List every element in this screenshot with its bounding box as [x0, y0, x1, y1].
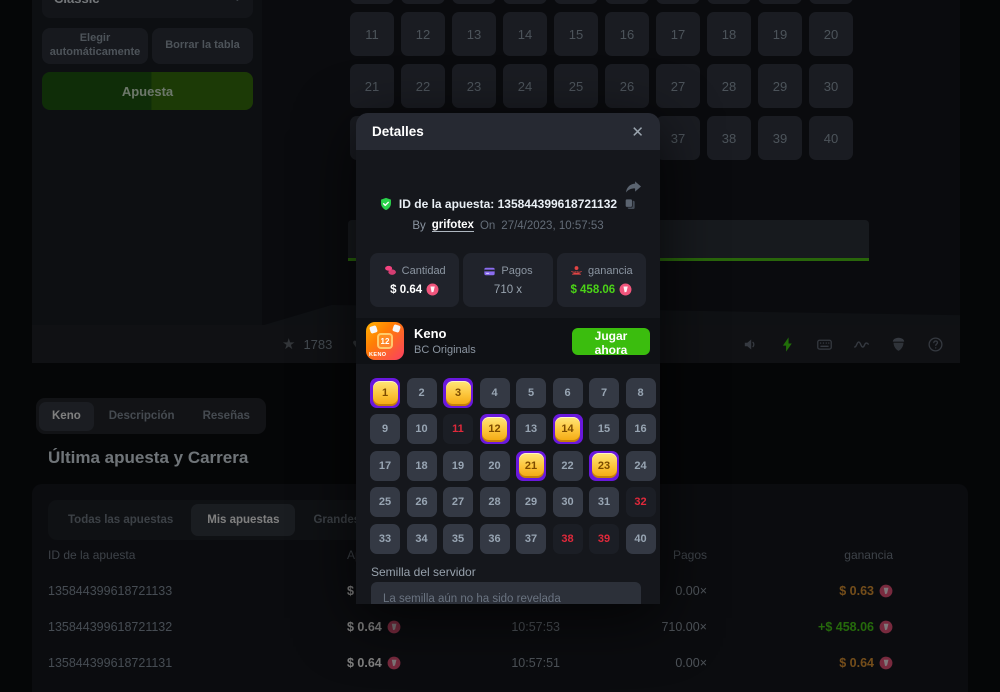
- result-cell: 5: [516, 378, 546, 408]
- copy-icon[interactable]: [623, 197, 637, 211]
- result-cell: 16: [626, 414, 656, 444]
- result-cell: 29: [516, 487, 546, 517]
- result-cell: 6: [553, 378, 583, 408]
- game-name: Keno: [414, 326, 476, 341]
- bet-id-row: ID de la apuesta: 135844399618721132: [356, 197, 660, 211]
- result-cell: 4: [480, 378, 510, 408]
- result-cell: 27: [443, 487, 473, 517]
- result-cell: 19: [443, 451, 473, 481]
- result-cell: 28: [480, 487, 510, 517]
- stat-amount-label: Cantidad: [402, 265, 446, 277]
- result-cell-drawn: 39: [589, 524, 619, 554]
- result-cell: 31: [589, 487, 619, 517]
- on-label: On: [480, 220, 495, 232]
- profit-hands-icon: [570, 264, 583, 277]
- modal-header: Detalles ✕: [356, 113, 660, 150]
- result-cell-hit: 21: [516, 451, 546, 481]
- stat-amount-value: $ 0.64: [390, 284, 422, 296]
- bet-datetime: 27/4/2023, 10:57:53: [501, 220, 603, 232]
- bet-stats-cards: Cantidad $ 0.64 Pagos 710 x ganancia: [370, 253, 646, 307]
- result-cell: 18: [407, 451, 437, 481]
- result-cell: 15: [589, 414, 619, 444]
- result-cell-hit: 1: [370, 378, 400, 408]
- coin-icon: [426, 283, 439, 296]
- result-cell: 2: [407, 378, 437, 408]
- result-cell-drawn: 32: [626, 487, 656, 517]
- stat-card-payout: Pagos 710 x: [463, 253, 552, 307]
- stat-payout-value: 710 x: [494, 284, 522, 296]
- result-cell: 37: [516, 524, 546, 554]
- result-cell-drawn: 38: [553, 524, 583, 554]
- result-cell: 34: [407, 524, 437, 554]
- bet-meta-row: By grifotex On 27/4/2023, 10:57:53: [356, 219, 660, 232]
- result-cell: 22: [553, 451, 583, 481]
- result-cell: 25: [370, 487, 400, 517]
- keno-result-grid: 1234567891011121314151617181920212223242…: [370, 378, 656, 554]
- server-seed-input[interactable]: La semilla aún no ha sido revelada: [371, 582, 641, 604]
- coin-icon: [619, 283, 632, 296]
- share-icon[interactable]: [624, 177, 643, 196]
- result-cell: 33: [370, 524, 400, 554]
- keno-icon-tile: [392, 324, 401, 333]
- result-cell: 7: [589, 378, 619, 408]
- modal-title: Detalles: [372, 124, 424, 139]
- game-summary-row: 12 KENO Keno BC Originals Jugar ahora: [356, 318, 660, 364]
- bet-details-modal: Detalles ✕ ID de la apuesta: 13584439961…: [356, 113, 660, 604]
- keno-icon-label: KENO: [369, 352, 387, 358]
- result-cell: 40: [626, 524, 656, 554]
- result-cell-hit: 14: [553, 414, 583, 444]
- amount-coins-icon: [384, 264, 397, 277]
- result-cell: 10: [407, 414, 437, 444]
- play-now-button[interactable]: Jugar ahora: [572, 328, 650, 355]
- result-cell: 26: [407, 487, 437, 517]
- result-cell: 24: [626, 451, 656, 481]
- keno-game-icon[interactable]: 12 KENO: [366, 322, 404, 360]
- result-cell: 9: [370, 414, 400, 444]
- stat-payout-label: Pagos: [501, 265, 532, 277]
- bet-id-text: ID de la apuesta: 135844399618721132: [399, 197, 617, 211]
- payout-card-icon: [483, 265, 496, 278]
- close-icon[interactable]: ✕: [631, 123, 644, 141]
- result-cell: 35: [443, 524, 473, 554]
- result-cell: 8: [626, 378, 656, 408]
- result-cell-drawn: 11: [443, 414, 473, 444]
- result-cell: 36: [480, 524, 510, 554]
- username-link[interactable]: grifotex: [432, 219, 474, 232]
- result-cell: 30: [553, 487, 583, 517]
- stat-profit-label: ganancia: [588, 265, 633, 277]
- result-cell: 17: [370, 451, 400, 481]
- result-cell-hit: 12: [480, 414, 510, 444]
- stat-card-amount: Cantidad $ 0.64: [370, 253, 459, 307]
- keno-icon-number: 12: [377, 333, 393, 349]
- result-cell-hit: 3: [443, 378, 473, 408]
- by-label: By: [412, 220, 425, 232]
- keno-icon-tile: [369, 325, 378, 334]
- server-seed-label: Semilla del servidor: [371, 565, 476, 579]
- verified-shield-icon: [379, 197, 393, 211]
- page: Classic › Elegir automáticamente Borrar …: [0, 0, 1000, 692]
- stat-profit-value: $ 458.06: [570, 284, 615, 296]
- result-cell-hit: 23: [589, 451, 619, 481]
- game-provider: BC Originals: [414, 344, 476, 356]
- result-cell: 13: [516, 414, 546, 444]
- result-cell: 20: [480, 451, 510, 481]
- stat-card-profit: ganancia $ 458.06: [557, 253, 646, 307]
